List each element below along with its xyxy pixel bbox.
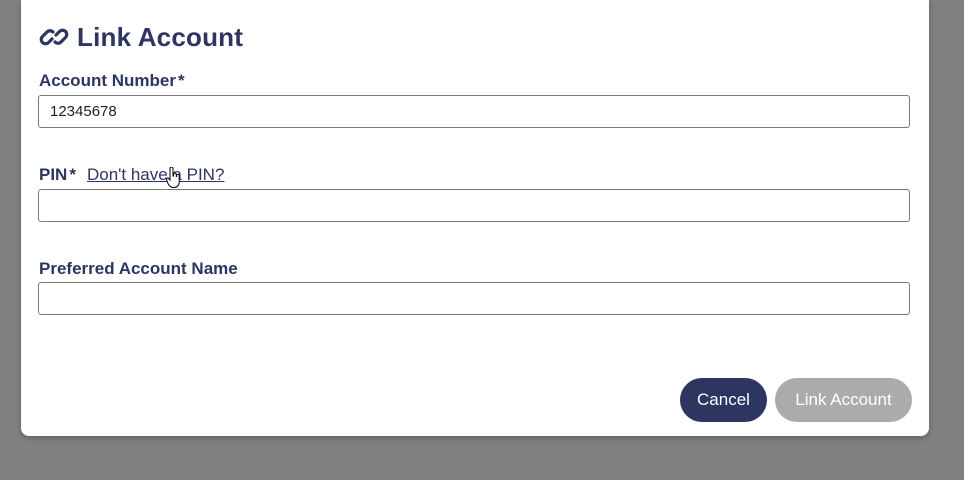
preferred-name-label-text: Preferred Account Name [39,259,238,278]
account-number-label: Account Number * [39,71,185,91]
link-icon [39,22,69,52]
pin-label: PIN * Don't have a PIN? [39,165,224,185]
link-account-dialog: Link Account Account Number * PIN * Don'… [21,0,929,436]
preferred-name-label: Preferred Account Name [39,259,238,279]
hand-cursor-icon [165,166,180,189]
dialog-title: Link Account [39,18,243,56]
account-number-label-text: Account Number [39,71,176,90]
pin-label-text: PIN [39,165,68,184]
account-number-input[interactable] [38,95,910,128]
pin-input[interactable] [38,189,910,222]
required-mark: * [177,71,185,90]
no-pin-link[interactable]: Don't have a PIN? [87,165,224,185]
link-account-button[interactable]: Link Account [775,378,912,422]
cancel-button[interactable]: Cancel [680,378,767,422]
required-mark: * [69,165,76,184]
dialog-title-text: Link Account [77,21,244,52]
preferred-name-input[interactable] [38,282,910,315]
